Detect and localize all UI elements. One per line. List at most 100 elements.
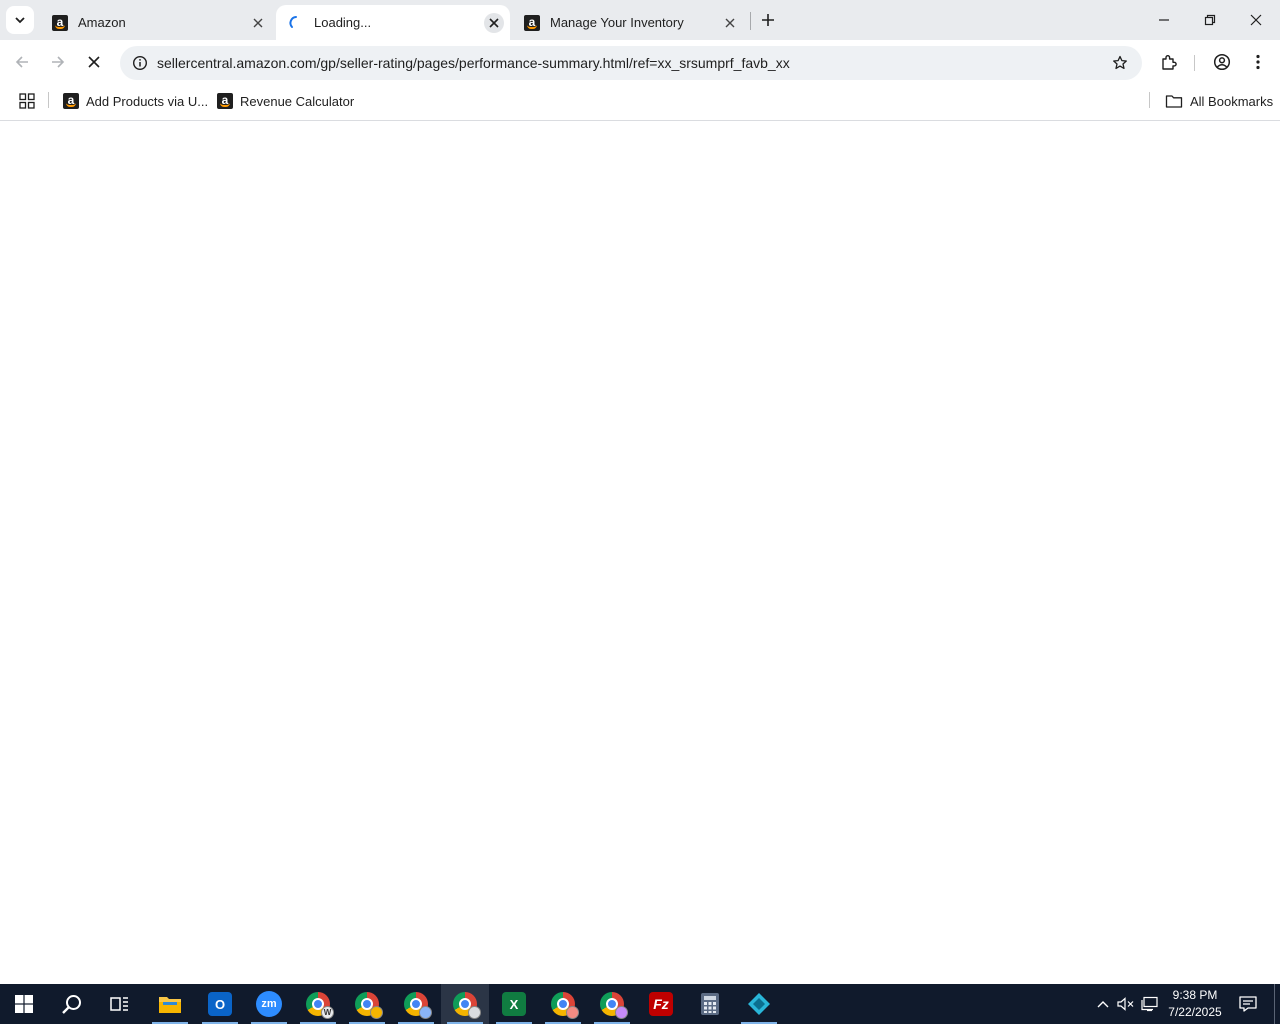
task-view-icon [110, 997, 128, 1011]
arrow-left-icon [15, 56, 28, 68]
chevron-up-icon [1097, 1001, 1109, 1008]
close-icon [88, 56, 100, 68]
windows-logo-icon [15, 995, 33, 1013]
windows-taskbar: O zm W X Fz 9:38 PM 7/22/2025 [0, 984, 1280, 1024]
back-button[interactable] [8, 48, 36, 76]
new-tab-button[interactable] [756, 8, 780, 32]
window-close-button[interactable] [1233, 0, 1279, 40]
bookmark-label: Revenue Calculator [240, 93, 355, 109]
volume-muted-icon [1117, 997, 1134, 1011]
bookmark-revenue-calculator[interactable]: a Revenue Calculator [217, 90, 354, 112]
tab-manage-inventory[interactable]: a Manage Your Inventory [512, 5, 746, 40]
notification-center-icon [1239, 996, 1257, 1012]
address-bar[interactable]: sellercentral.amazon.com/gp/seller-ratin… [120, 46, 1142, 80]
close-icon[interactable] [248, 13, 268, 33]
tab-divider [750, 12, 751, 30]
amazon-icon: a [524, 14, 540, 31]
taskbar-zoom[interactable]: zm [245, 984, 293, 1024]
tab-strip: a Amazon Loading... a Manage Your Invent… [0, 0, 1280, 40]
taskbar-excel[interactable]: X [490, 984, 538, 1024]
all-bookmarks-button[interactable]: All Bookmarks [1165, 90, 1273, 112]
zoom-icon: zm [256, 991, 282, 1017]
arrow-right-icon [52, 56, 65, 68]
restore-button[interactable] [1187, 0, 1233, 40]
task-view-button[interactable] [96, 984, 144, 1024]
browser-menu-button[interactable] [1244, 48, 1272, 76]
tab-search-button[interactable] [6, 6, 34, 34]
show-hidden-icons-button[interactable] [1092, 984, 1114, 1024]
chrome-icon [404, 992, 432, 1019]
minimize-button[interactable] [1141, 0, 1187, 40]
taskbar-chrome-5[interactable] [539, 984, 587, 1024]
network-ethernet-icon [1141, 996, 1158, 1012]
tab-loading[interactable]: Loading... [276, 5, 510, 40]
all-bookmarks-label: All Bookmarks [1190, 93, 1274, 109]
taskbar-calculator[interactable] [686, 984, 734, 1024]
tab-title: Loading... [314, 15, 372, 30]
outlook-icon: O [208, 992, 232, 1016]
page-content-area [0, 121, 1280, 984]
notifications-button[interactable] [1235, 984, 1261, 1024]
chrome-icon [453, 992, 481, 1019]
forward-button[interactable] [44, 48, 72, 76]
browser-toolbar: sellercentral.amazon.com/gp/seller-ratin… [0, 40, 1280, 85]
amazon-icon: a [52, 14, 68, 31]
apps-grid-icon[interactable] [16, 90, 38, 112]
tab-amazon[interactable]: a Amazon [40, 5, 274, 40]
chrome-icon [355, 992, 383, 1019]
chrome-icon [600, 992, 628, 1019]
show-desktop-divider[interactable] [1274, 984, 1275, 1024]
profile-button[interactable] [1208, 48, 1236, 76]
toolbar-divider [1194, 55, 1195, 71]
excel-icon: X [502, 992, 526, 1016]
volume-button[interactable] [1115, 984, 1137, 1024]
amazon-icon: a [217, 93, 233, 109]
chrome-icon [551, 992, 579, 1019]
account-circle-icon [1213, 53, 1231, 71]
url-text[interactable]: sellercentral.amazon.com/gp/seller-ratin… [157, 55, 790, 71]
calculator-icon [701, 993, 719, 1015]
amazon-icon: a [63, 93, 79, 109]
taskbar-chrome-4[interactable] [441, 984, 489, 1024]
taskbar-chrome-1[interactable]: W [294, 984, 342, 1024]
close-icon[interactable] [484, 12, 504, 33]
search-icon [62, 995, 81, 1014]
more-vertical-icon [1256, 54, 1260, 70]
diamond-app-icon [748, 993, 770, 1015]
taskbar-filezilla[interactable]: Fz [637, 984, 685, 1024]
start-button[interactable] [0, 984, 48, 1024]
bookmark-add-products[interactable]: a Add Products via U... [63, 90, 208, 112]
filezilla-icon: Fz [649, 992, 673, 1016]
puzzle-icon [1162, 55, 1177, 70]
minimize-icon [1159, 19, 1169, 21]
stop-loading-button[interactable] [80, 48, 108, 76]
folder-icon [159, 997, 181, 1013]
taskbar-chrome-3[interactable] [392, 984, 440, 1024]
taskbar-clock[interactable]: 9:38 PM 7/22/2025 [1162, 987, 1228, 1021]
tab-title: Manage Your Inventory [550, 15, 684, 30]
search-button[interactable] [48, 984, 96, 1024]
taskbar-file-explorer[interactable] [146, 984, 194, 1024]
restore-icon [1204, 14, 1216, 26]
bookmark-divider [1149, 92, 1150, 108]
taskbar-diamond-app[interactable] [735, 984, 783, 1024]
bookmark-label: Add Products via U... [86, 93, 209, 109]
chevron-down-icon [15, 17, 25, 24]
taskbar-chrome-2[interactable] [343, 984, 391, 1024]
clock-time: 9:38 PM [1172, 988, 1218, 1002]
taskbar-chrome-6[interactable] [588, 984, 636, 1024]
plus-icon [762, 14, 774, 26]
bookmarks-bar: a Add Products via U... a Revenue Calcul… [0, 85, 1280, 121]
close-icon[interactable] [720, 13, 740, 33]
bookmark-star-icon[interactable] [1108, 51, 1132, 75]
taskbar-outlook[interactable]: O [196, 984, 244, 1024]
folder-icon [1165, 95, 1183, 108]
bookmark-divider [48, 92, 49, 108]
network-button[interactable] [1139, 984, 1161, 1024]
close-icon [1250, 14, 1262, 26]
extensions-button[interactable] [1155, 48, 1183, 76]
chrome-icon: W [306, 992, 334, 1019]
clock-date: 7/22/2025 [1168, 1005, 1222, 1019]
tab-title: Amazon [78, 15, 126, 30]
site-info-icon[interactable] [128, 51, 152, 75]
